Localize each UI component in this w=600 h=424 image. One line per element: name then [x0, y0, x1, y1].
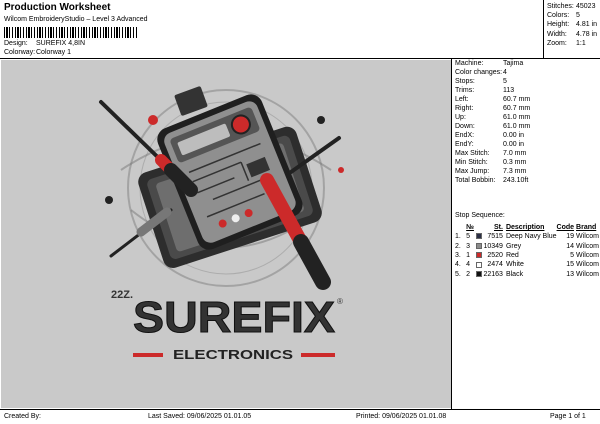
worksheet-footer: Created By: Last Saved: 09/06/2025 01.01…: [0, 409, 600, 424]
table-row: 4. 4 2474 White 15 Wilcom: [455, 260, 599, 269]
color-swatch: [476, 232, 483, 241]
col-description: Description: [505, 224, 545, 231]
printed-date: Printed: 09/06/2025 01.01.08: [356, 413, 447, 420]
row-code: 5: [570, 251, 575, 259]
col-brand: Brand: [576, 224, 597, 231]
param-machine: Machine: Tajima: [455, 60, 524, 67]
thread-color-swatch: [476, 242, 483, 249]
row-brand: Wilcom: [576, 251, 599, 259]
color-swatch: [476, 270, 483, 279]
row-needle: 4: [466, 261, 471, 269]
row-stitches: 22163: [483, 270, 503, 278]
row-code: 13: [566, 270, 575, 278]
color-swatch: [476, 241, 483, 250]
thread-color-swatch: [476, 261, 483, 268]
design-small-text: 22Z.: [111, 289, 133, 301]
worksheet-title: Production Worksheet: [4, 2, 111, 13]
stat-width: Width: 4.78 in: [547, 30, 598, 38]
barcode: [4, 27, 138, 38]
row-index: 3.: [455, 251, 461, 259]
param-color-changes: Color changes:4: [455, 69, 507, 76]
row-brand: Wilcom: [576, 242, 599, 250]
stop-sequence-table: № St. Description Code Brand 1. 5 7515 Deep…: [455, 223, 599, 279]
worksheet-header: Production Worksheet Wilcom EmbroiderySt…: [0, 0, 600, 59]
stats-box: Stitches: 45023 Colors: 5 Height: 4.81 in W…: [543, 0, 600, 59]
design-trademark: ®: [337, 297, 343, 306]
stat-colors: Colors: 5: [547, 12, 580, 20]
row-needle: 5: [466, 233, 471, 241]
param-max-stitch: Max Stitch: 7.0 mm: [455, 150, 527, 157]
machine-info-panel: Machine: Tajima Color changes:4 Stops: 5 T…: [452, 59, 600, 409]
row-code: 19: [566, 233, 575, 241]
stat-stitches: Stitches: 45023: [547, 3, 596, 10]
row-index: 5.: [455, 270, 461, 278]
col-number: №: [466, 224, 474, 231]
param-endx: EndX: 0.00 in: [455, 132, 525, 139]
param-max-jump: Max Jump: 7.3 mm: [455, 168, 527, 175]
row-code: 14: [566, 242, 575, 250]
row-description: Black: [505, 270, 524, 278]
row-needle: 2: [466, 270, 471, 278]
design-canvas: 22Z. SUREFIX ® ELECTRONICS: [1, 60, 451, 408]
table-header-row: № St. Description Code Brand: [455, 223, 599, 232]
design-row: Design: SUREFIX 4,8IN: [4, 40, 85, 47]
row-brand: Wilcom: [576, 261, 599, 269]
param-total-bobbin: Total Bobbin: 243.10ft: [455, 177, 529, 184]
param-left: Left: 60.7 mm: [455, 96, 531, 103]
design-tagline: ELECTRONICS: [173, 347, 293, 362]
colorway-label: Colorway:: [4, 49, 36, 56]
param-right: Right: 60.7 mm: [455, 105, 531, 112]
col-code: Code: [556, 224, 575, 231]
param-up: Up: 61.0 mm: [455, 114, 531, 121]
row-code: 15: [566, 261, 575, 269]
row-description: Deep Navy Blue: [505, 233, 557, 241]
colorway-value: Colorway 1: [36, 49, 72, 56]
thread-color-swatch: [476, 270, 483, 277]
param-endy: EndY: 0.00 in: [455, 141, 525, 148]
software-name: Wilcom EmbroideryStudio – Level 3 Advanc…: [4, 16, 148, 23]
design-value: SUREFIX 4,8IN: [36, 40, 86, 47]
created-by: Created By:: [4, 413, 41, 420]
table-row: 3. 1 2520 Red 5 Wilcom: [455, 251, 599, 260]
param-stops: Stops: 5: [455, 78, 507, 85]
design-preview: 22Z. SUREFIX ® ELECTRONICS: [0, 59, 452, 409]
table-row: 1. 5 7515 Deep Navy Blue 19 Wilcom: [455, 232, 599, 241]
param-min-stitch: Min Stitch: 0.3 mm: [455, 159, 527, 166]
row-brand: Wilcom: [576, 270, 599, 278]
thread-color-swatch: [476, 252, 483, 259]
row-stitches: 2520: [487, 251, 503, 259]
page-number: Page 1 of 1: [550, 413, 586, 420]
row-brand: Wilcom: [576, 233, 599, 241]
col-stitches: St.: [494, 224, 503, 231]
row-needle: 1: [466, 251, 471, 259]
row-stitches: 7515: [487, 233, 503, 241]
row-needle: 3: [466, 242, 471, 250]
stat-height: Height: 4.81 in: [547, 21, 598, 29]
colorway-row: Colorway:Colorway 1: [4, 49, 71, 56]
row-stitches: 2474: [487, 261, 503, 269]
row-description: Grey: [505, 242, 522, 250]
stat-zoom: Zoom: 1:1: [547, 39, 586, 47]
row-stitches: 10349: [483, 242, 503, 250]
row-index: 1.: [455, 233, 461, 241]
param-trims: Trims: 113: [455, 87, 515, 94]
row-description: Red: [505, 251, 519, 259]
row-description: White: [505, 261, 524, 269]
row-index: 4.: [455, 261, 461, 269]
last-saved: Last Saved: 09/06/2025 01.01.05: [148, 413, 252, 420]
stop-sequence-title: Stop Sequence:: [455, 212, 505, 219]
design-label: Design:: [4, 40, 28, 47]
param-down: Down: 61.0 mm: [455, 123, 531, 130]
design-brand-name: SUREFIX: [133, 293, 335, 342]
embroidery-design: 22Z. SUREFIX ® ELECTRONICS: [99, 86, 344, 362]
thread-color-swatch: [476, 233, 483, 240]
color-swatch: [476, 260, 483, 269]
table-row: 2. 3 10349 Grey 14 Wilcom: [455, 241, 599, 250]
table-row: 5. 2 22163 Black 13 Wilcom: [455, 270, 599, 279]
color-swatch: [476, 251, 483, 260]
row-index: 2.: [455, 242, 461, 250]
